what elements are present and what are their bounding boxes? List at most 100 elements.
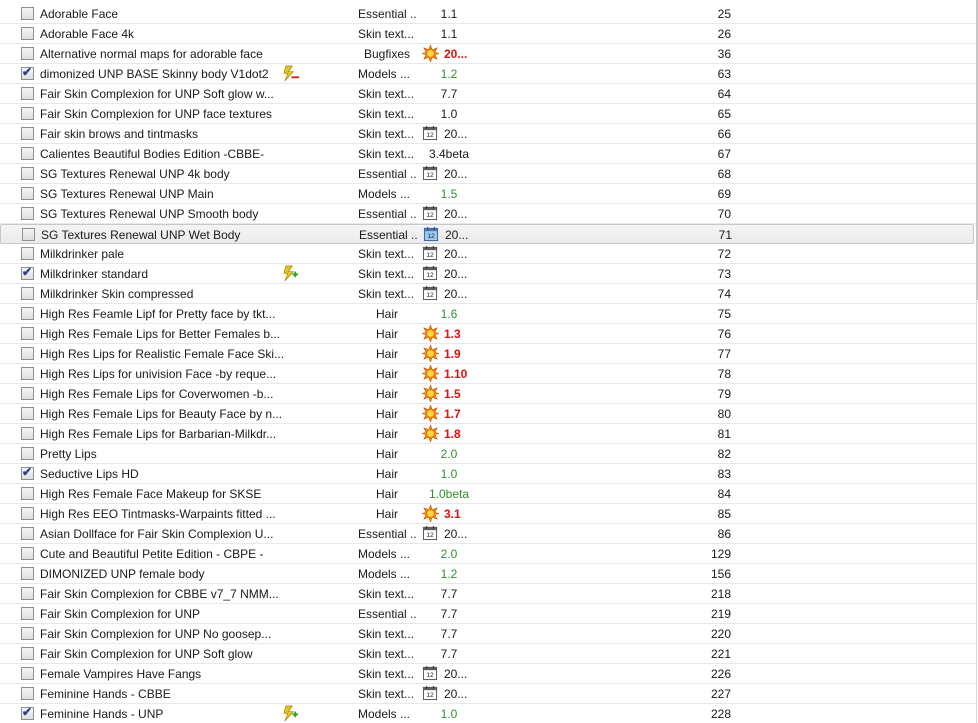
enable-checkbox[interactable] [21, 47, 34, 60]
enable-checkbox[interactable] [21, 507, 34, 520]
table-row[interactable]: Cute and Beautiful Petite Edition - CBPE… [0, 544, 976, 564]
mod-category: Hair [375, 367, 398, 381]
mod-priority: 85 [717, 507, 731, 521]
enable-checkbox[interactable] [21, 607, 34, 620]
mod-priority: 68 [717, 167, 731, 181]
table-row[interactable]: Fair Skin Complexion for UNP Soft glow w… [0, 84, 976, 104]
enable-checkbox[interactable] [22, 228, 35, 241]
mod-version: 20... [444, 267, 468, 281]
table-row[interactable]: Feminine Hands - CBBE Skin text... 12 20...… [0, 684, 976, 704]
enable-checkbox[interactable] [21, 527, 34, 540]
table-row[interactable]: High Res Female Lips for Beauty Face by … [0, 404, 976, 424]
enable-checkbox[interactable] [21, 27, 34, 40]
table-row[interactable]: Adorable Face Essential ... 1.1 25 [0, 4, 976, 24]
mod-name: High Res EEO Tintmasks-Warpaints fitted … [40, 507, 276, 521]
table-row[interactable]: High Res Female Lips for Coverwomen -b..… [0, 384, 976, 404]
enable-checkbox[interactable] [21, 567, 34, 580]
table-row[interactable]: High Res Female Lips for Better Females … [0, 324, 976, 344]
mod-priority: 36 [717, 47, 731, 61]
calendar-icon: 12 [422, 265, 439, 282]
table-row[interactable]: ✔ Milkdrinker standard Skin text... 12 20...… [0, 264, 976, 284]
enable-checkbox[interactable] [21, 687, 34, 700]
table-row[interactable]: ✔ Seductive Lips HD Hair 1.0 83 [0, 464, 976, 484]
enable-checkbox[interactable] [21, 87, 34, 100]
enable-checkbox[interactable] [21, 427, 34, 440]
mod-name: Seductive Lips HD [40, 467, 139, 481]
calendar-icon: 12 [422, 125, 439, 142]
enable-checkbox[interactable] [21, 307, 34, 320]
enable-checkbox[interactable] [21, 247, 34, 260]
table-row[interactable]: Pretty Lips Hair 2.0 82 [0, 444, 976, 464]
mod-version: 7.7 [440, 607, 458, 621]
enable-checkbox[interactable]: ✔ [21, 265, 34, 280]
enable-checkbox[interactable] [21, 7, 34, 20]
enable-checkbox[interactable] [21, 127, 34, 140]
mod-version: 1.1 [440, 27, 458, 41]
checkmark-icon: ✔ [22, 65, 33, 79]
table-row[interactable]: ✔ Feminine Hands - UNP Models ... 1.0 228 [0, 704, 976, 723]
checkmark-icon: ✔ [22, 705, 33, 719]
mod-version: 1.10 [444, 367, 468, 381]
table-row[interactable]: SG Textures Renewal UNP Smooth body Essen… [0, 204, 976, 224]
enable-checkbox[interactable] [21, 387, 34, 400]
enable-checkbox[interactable]: ✔ [21, 65, 34, 80]
enable-checkbox[interactable] [21, 147, 34, 160]
table-row[interactable]: ✔ dimonized UNP BASE Skinny body V1dot2 Mo… [0, 64, 976, 84]
mod-category: Hair [375, 427, 398, 441]
mod-name: Female Vampires Have Fangs [40, 667, 202, 681]
enable-checkbox[interactable]: ✔ [21, 465, 34, 480]
mod-category: Hair [375, 507, 398, 521]
table-row[interactable]: Fair skin brows and tintmasks Skin text..… [0, 124, 976, 144]
table-row[interactable]: High Res Female Face Makeup for SKSE Hair… [0, 484, 976, 504]
table-row[interactable]: Adorable Face 4k Skin text... 1.1 26 [0, 24, 976, 44]
table-row[interactable]: Fair Skin Complexion for UNP Soft glow Sk… [0, 644, 976, 664]
enable-checkbox[interactable] [21, 647, 34, 660]
table-row[interactable]: Fair Skin Complexion for UNP No goosep..… [0, 624, 976, 644]
burst-icon [420, 44, 441, 63]
svg-text:12: 12 [426, 532, 434, 539]
mod-priority: 228 [710, 707, 731, 721]
table-row[interactable]: DIMONIZED UNP female body Models ... 1.2 15… [0, 564, 976, 584]
table-row[interactable]: Asian Dollface for Fair Skin Complexion … [0, 524, 976, 544]
table-row[interactable]: High Res Female Lips for Barbarian-Milkd… [0, 424, 976, 444]
table-row[interactable]: Calientes Beautiful Bodies Edition -CBBE… [0, 144, 976, 164]
table-row[interactable]: Fair Skin Complexion for UNP Essential ..… [0, 604, 976, 624]
mod-category: Essential ... [358, 527, 416, 541]
enable-checkbox[interactable] [21, 187, 34, 200]
enable-checkbox[interactable] [21, 587, 34, 600]
enable-checkbox[interactable] [21, 447, 34, 460]
enable-checkbox[interactable] [21, 627, 34, 640]
table-row[interactable]: High Res EEO Tintmasks-Warpaints fitted … [0, 504, 976, 524]
enable-checkbox[interactable] [21, 407, 34, 420]
enable-checkbox[interactable] [21, 547, 34, 560]
enable-checkbox[interactable] [21, 367, 34, 380]
table-row[interactable]: Alternative normal maps for adorable fac… [0, 44, 976, 64]
table-row[interactable]: Fair Skin Complexion for UNP face textur… [0, 104, 976, 124]
mod-name: Feminine Hands - CBBE [40, 687, 171, 701]
enable-checkbox[interactable] [21, 347, 34, 360]
mod-list[interactable]: Adorable Face Essential ... 1.1 25 Adorable … [0, 0, 977, 723]
table-row[interactable]: SG Textures Renewal UNP Main Models ... 1.… [0, 184, 976, 204]
enable-checkbox[interactable] [21, 667, 34, 680]
mod-category: Skin text... [358, 667, 415, 681]
enable-checkbox[interactable] [21, 207, 34, 220]
enable-checkbox[interactable] [21, 167, 34, 180]
mod-name: High Res Female Lips for Better Females … [40, 327, 281, 341]
table-row[interactable]: SG Textures Renewal UNP 4k body Essential… [0, 164, 976, 184]
table-row[interactable]: Fair Skin Complexion for CBBE v7_7 NMM..… [0, 584, 976, 604]
enable-checkbox[interactable] [21, 487, 34, 500]
enable-checkbox[interactable]: ✔ [21, 705, 34, 720]
enable-checkbox[interactable] [21, 327, 34, 340]
enable-checkbox[interactable] [21, 107, 34, 120]
enable-checkbox[interactable] [21, 287, 34, 300]
table-row[interactable]: Milkdrinker Skin compressed Skin text... 1… [0, 284, 976, 304]
table-row[interactable]: High Res Feamle Lipf for Pretty face by … [0, 304, 976, 324]
mod-version: 20... [444, 667, 468, 681]
mod-priority: 64 [717, 87, 731, 101]
table-row[interactable]: High Res Lips for univision Face -by req… [0, 364, 976, 384]
table-row[interactable]: High Res Lips for Realistic Female Face … [0, 344, 976, 364]
table-row[interactable]: Female Vampires Have Fangs Skin text... 12… [0, 664, 976, 684]
table-row[interactable]: SG Textures Renewal UNP Wet Body Essentia… [0, 224, 974, 244]
table-row[interactable]: Milkdrinker pale Skin text... 12 20... 72 [0, 244, 976, 264]
mod-version: 1.3 [444, 327, 461, 341]
